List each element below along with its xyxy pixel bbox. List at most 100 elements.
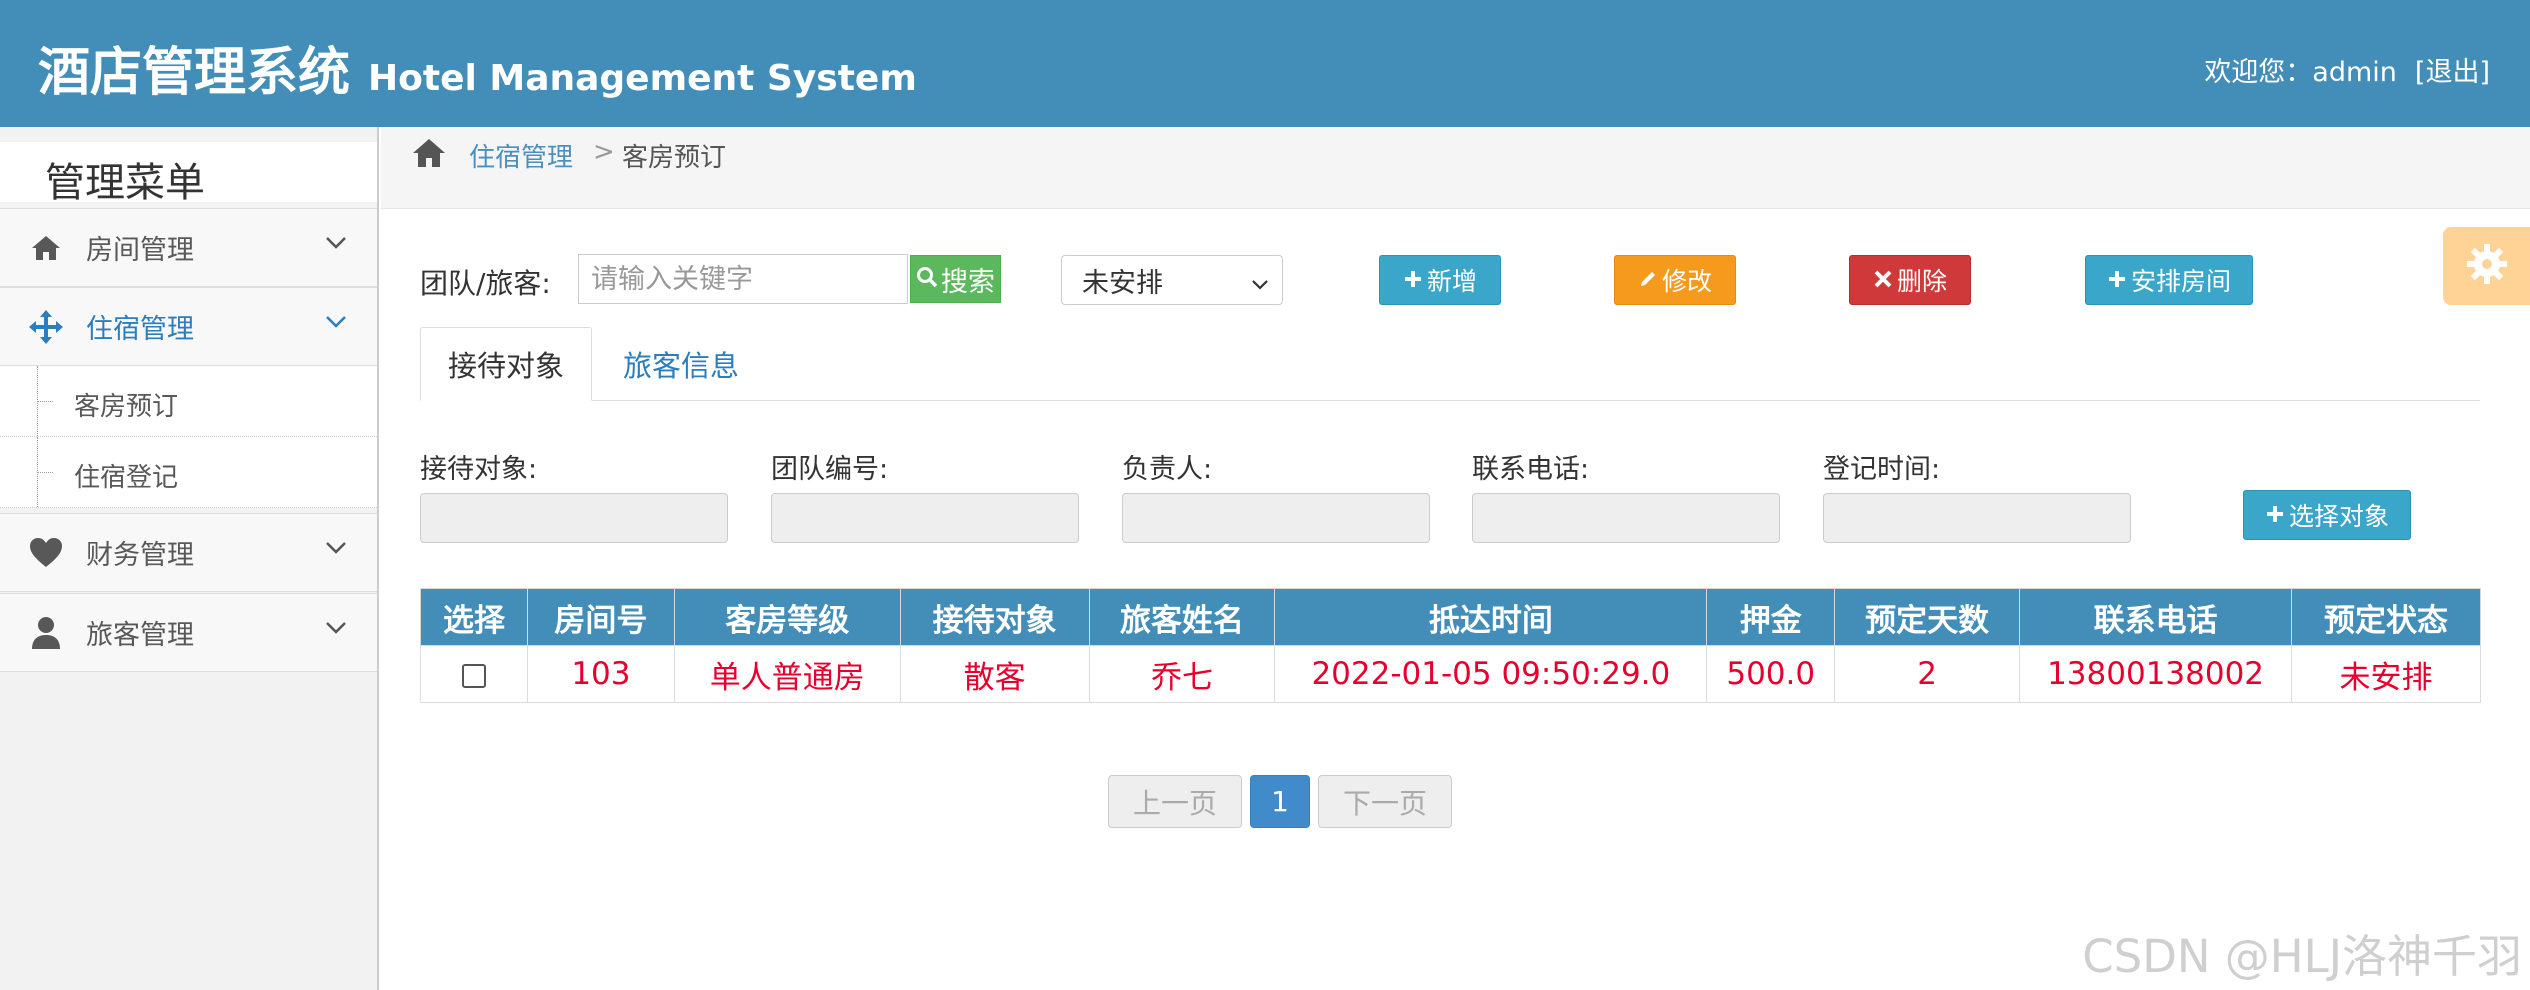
column-header: 接待对象 <box>899 588 1090 646</box>
tab-guest-info[interactable]: 旅客信息 <box>600 327 762 401</box>
row-select-cell <box>420 645 528 703</box>
tab-reception[interactable]: 接待对象 <box>420 327 592 401</box>
watermark: CSDN @HLJ洛神千羽 <box>2082 930 2522 983</box>
logout-link[interactable]: [退出] <box>2415 50 2490 89</box>
tree-branch <box>37 401 53 402</box>
phone-label: 联系电话: <box>1472 454 1590 485</box>
app-title-cn: 酒店管理系统 <box>38 43 351 103</box>
tab-label: 旅客信息 <box>622 349 739 383</box>
app-header: 酒店管理系统 Hotel Management System 欢迎您：admin… <box>0 0 2530 127</box>
user-box: 欢迎您：admin [退出] <box>2204 50 2490 89</box>
sidebar-item-guest[interactable]: 旅客管理 <box>0 593 377 672</box>
menu-title-text: 管理菜单 <box>45 160 205 206</box>
search-button[interactable]: 搜索 <box>910 255 1001 303</box>
booked-days-cell: 2 <box>1834 645 2021 703</box>
breadcrumb-parent-link[interactable]: 住宿管理 <box>469 137 573 174</box>
arrange-room-button-label: 安排房间 <box>2130 267 2231 296</box>
column-header: 抵达时间 <box>1274 588 1708 646</box>
edit-button[interactable]: 修改 <box>1614 255 1736 305</box>
gear-icon <box>2465 242 2509 290</box>
pencil-icon <box>1638 266 1658 295</box>
page-number-button[interactable]: 1 <box>1250 775 1310 828</box>
column-header: 房间号 <box>526 588 675 646</box>
sidebar-item-label: 旅客管理 <box>86 620 194 651</box>
search-label: 团队/旅客: <box>420 267 551 300</box>
phone-field <box>1472 493 1780 543</box>
column-header: 客房等级 <box>673 588 901 646</box>
tab-label: 接待对象 <box>447 349 564 383</box>
sidebar-subitem-label: 客房预订 <box>74 392 179 422</box>
next-page-button[interactable]: 下一页 <box>1318 775 1452 828</box>
chevron-down-icon <box>1250 270 1270 301</box>
column-header: 押金 <box>1706 588 1836 646</box>
heart-icon <box>24 537 68 569</box>
booking-table: 选择 房间号 客房等级 接待对象 旅客姓名 抵达时间 押金 预定天数 联系电话 … <box>420 588 2481 703</box>
edit-button-label: 修改 <box>1661 267 1712 296</box>
breadcrumb-current: 客房预订 <box>622 143 727 173</box>
sidebar-item-lodging[interactable]: 住宿管理 <box>0 287 377 366</box>
search-icon <box>916 264 938 295</box>
deposit-cell: 500.0 <box>1706 645 1836 703</box>
table-header-row: 选择 房间号 客房等级 接待对象 旅客姓名 抵达时间 押金 预定天数 联系电话 … <box>420 588 2481 646</box>
arrival-time-cell: 2022-01-05 09:50:29.0 <box>1274 645 1708 703</box>
select-object-button[interactable]: 选择对象 <box>2243 490 2411 540</box>
team-number-field <box>771 493 1079 543</box>
arrange-room-button[interactable]: 安排房间 <box>2085 255 2253 305</box>
plus-icon <box>2107 266 2127 295</box>
reception-object-label: 接待对象: <box>420 454 538 485</box>
add-button-label: 新增 <box>1426 267 1477 296</box>
person-in-charge-field <box>1122 493 1430 543</box>
sidebar-item-finance[interactable]: 财务管理 <box>0 513 377 592</box>
chevron-down-icon <box>325 540 347 559</box>
room-number-cell: 103 <box>526 645 675 703</box>
column-header: 旅客姓名 <box>1088 588 1276 646</box>
welcome-text: 欢迎您：admin <box>2204 57 2397 88</box>
sidebar-subitem-booking[interactable]: 客房预订 <box>0 366 377 437</box>
brand: 酒店管理系统 Hotel Management System <box>38 30 917 105</box>
breadcrumb: 住宿管理 > 客房预订 <box>381 127 2530 209</box>
add-button[interactable]: 新增 <box>1379 255 1501 305</box>
booking-status-cell: 未安排 <box>2291 645 2481 703</box>
breadcrumb-separator: > <box>593 137 615 167</box>
column-header: 预定天数 <box>1834 588 2021 646</box>
guest-name-cell: 乔七 <box>1088 645 1276 703</box>
plus-icon <box>2265 501 2285 530</box>
app-title-en: Hotel Management System <box>368 58 917 99</box>
delete-button-label: 删除 <box>1896 267 1947 296</box>
table-row[interactable]: 103 单人普通房 散客 乔七 2022-01-05 09:50:29.0 50… <box>420 645 2481 703</box>
home-icon <box>24 234 68 262</box>
sidebar-subitem-label: 住宿登记 <box>74 463 179 493</box>
sidebar-item-label: 住宿管理 <box>86 314 194 345</box>
settings-button[interactable] <box>2443 227 2530 305</box>
chevron-down-icon <box>325 314 347 333</box>
register-time-field <box>1823 493 2131 543</box>
select-object-button-label: 选择对象 <box>2288 502 2389 531</box>
reception-object-field <box>420 493 728 543</box>
sidebar-subitem-checkin[interactable]: 住宿登记 <box>0 437 377 508</box>
column-header: 预定状态 <box>2291 588 2481 646</box>
column-header: 联系电话 <box>2019 588 2293 646</box>
arrows-move-icon <box>24 309 68 345</box>
team-number-label: 团队编号: <box>771 454 889 485</box>
sidebar-item-room[interactable]: 房间管理 <box>0 208 377 287</box>
delete-button[interactable]: 删除 <box>1849 255 1971 305</box>
prev-page-button[interactable]: 上一页 <box>1108 775 1242 828</box>
sidebar-item-label: 房间管理 <box>86 235 194 266</box>
home-icon[interactable] <box>411 137 447 173</box>
status-select-value: 未安排 <box>1082 267 1163 299</box>
register-time-label: 登记时间: <box>1823 454 1941 485</box>
tree-branch <box>37 472 53 473</box>
row-checkbox[interactable] <box>461 663 486 688</box>
chevron-down-icon <box>325 235 347 254</box>
chevron-down-icon <box>325 620 347 639</box>
search-button-label: 搜索 <box>941 266 995 298</box>
sidebar-item-label: 财务管理 <box>86 540 194 571</box>
plus-icon <box>1403 266 1423 295</box>
user-icon <box>24 616 68 650</box>
sidebar: 管理菜单 房间管理 住宿管理 客房预订 住宿登记 财务管理 旅客管理 <box>0 127 379 990</box>
room-grade-cell: 单人普通房 <box>673 645 901 703</box>
status-select[interactable]: 未安排 <box>1061 255 1283 305</box>
person-in-charge-label: 负责人: <box>1122 454 1213 485</box>
phone-cell: 13800138002 <box>2019 645 2293 703</box>
search-input[interactable] <box>578 254 908 304</box>
